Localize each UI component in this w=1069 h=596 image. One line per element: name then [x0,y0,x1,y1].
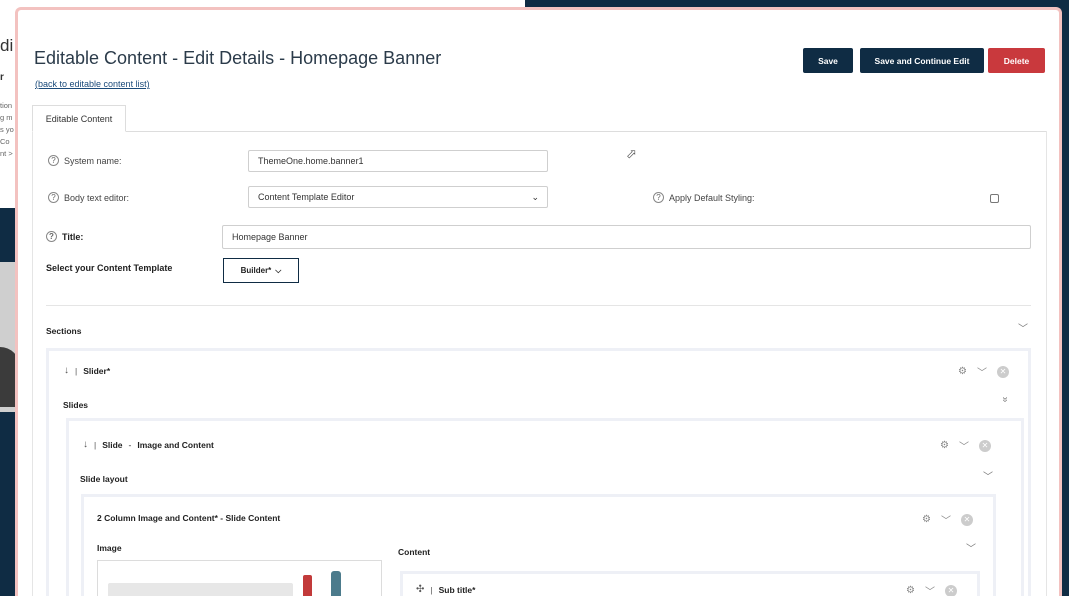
chevron-down-icon[interactable]: ﹀ [977,364,987,379]
gear-icon[interactable]: ⚙ [906,585,915,596]
image-preview[interactable] [97,560,382,596]
system-name-label: ? System name: [48,155,122,166]
layout-actions: ⚙ ﹀ ✕ [922,512,973,527]
help-icon[interactable]: ? [48,192,59,203]
chevron-down-icon[interactable]: ﹀ [983,468,993,483]
chevron-down-icon[interactable]: ﹀ [941,512,951,527]
back-to-list-link[interactable]: (back to editable content list) [35,79,150,89]
double-chevron-icon[interactable]: » [999,397,1010,403]
edit-content-window: Editable Content - Edit Details - Homepa… [15,7,1062,596]
delete-button[interactable]: Delete [988,48,1045,73]
page-title: Editable Content - Edit Details - Homepa… [34,48,442,68]
gear-icon[interactable]: ⚙ [940,440,949,451]
title-input[interactable]: Homepage Banner [222,225,1031,249]
help-icon[interactable]: ? [48,155,59,166]
body-text-editor-label: ? Body text editor: [48,192,129,203]
image-label: Image [97,543,122,553]
subtitle-actions: ⚙ ﹀ ✕ [906,583,957,596]
content-template-label: Select your Content Template [46,263,173,273]
apply-default-styling-label: ? Apply Default Styling: [653,192,755,203]
title-label: ? Title: [46,231,83,242]
slider-actions: ⚙ ﹀ ✕ [958,364,1009,379]
close-icon[interactable]: ✕ [960,513,973,526]
gear-icon[interactable]: ⚙ [922,514,931,525]
help-icon[interactable]: ? [653,192,664,203]
chevron-down-icon[interactable]: ﹀ [1018,320,1028,335]
slide-actions: ⚙ ﹀ ✕ [940,438,991,453]
gear-icon[interactable]: ⚙ [958,366,967,377]
background-title-fragment: di [0,36,14,55]
chevron-down-icon[interactable]: ﹀ [966,540,976,555]
apply-default-styling-checkbox[interactable] [990,194,999,203]
subtitle-panel [400,571,980,596]
chevron-down-icon[interactable]: ﹀ [959,438,969,453]
move-icon[interactable]: ✣ [416,584,424,595]
slide-layout-label: Slide layout [80,474,128,484]
content-template-builder-button[interactable]: Builder* ⌵ [223,258,299,283]
help-icon[interactable]: ? [46,231,57,242]
system-name-input[interactable]: ThemeOne.home.banner1 [248,150,548,172]
content-label: Content [398,547,431,557]
body-text-editor-select[interactable]: Content Template Editor ⌄ [248,186,548,208]
close-icon[interactable]: ✕ [978,439,991,452]
slides-label: Slides [63,400,89,410]
arrow-down-icon[interactable]: ↓ [64,365,69,376]
tab-editable-content[interactable]: Editable Content [32,105,126,132]
slider-row-title: ↓ | Slider* [64,365,111,376]
chevron-down-icon: ⌄ [531,192,539,202]
chevron-down-icon: ⌵ [275,265,282,275]
mouse-cursor-icon: ⬀ [626,146,637,161]
slide-row-title: ↓ | Slide - Image and Content [83,439,214,450]
save-button[interactable]: Save [803,48,853,73]
background-subtitle-fragment: r [0,72,4,83]
close-icon[interactable]: ✕ [944,584,957,596]
arrow-down-icon[interactable]: ↓ [83,439,88,450]
sections-label: Sections [46,326,82,336]
subtitle-row-title: ✣ | Sub title* [416,584,476,595]
chevron-down-icon[interactable]: ﹀ [925,583,935,596]
close-icon[interactable]: ✕ [996,365,1009,378]
layout-row-title: 2 Column Image and Content* - Slide Cont… [97,513,281,523]
save-and-continue-button[interactable]: Save and Continue Edit [860,48,984,73]
